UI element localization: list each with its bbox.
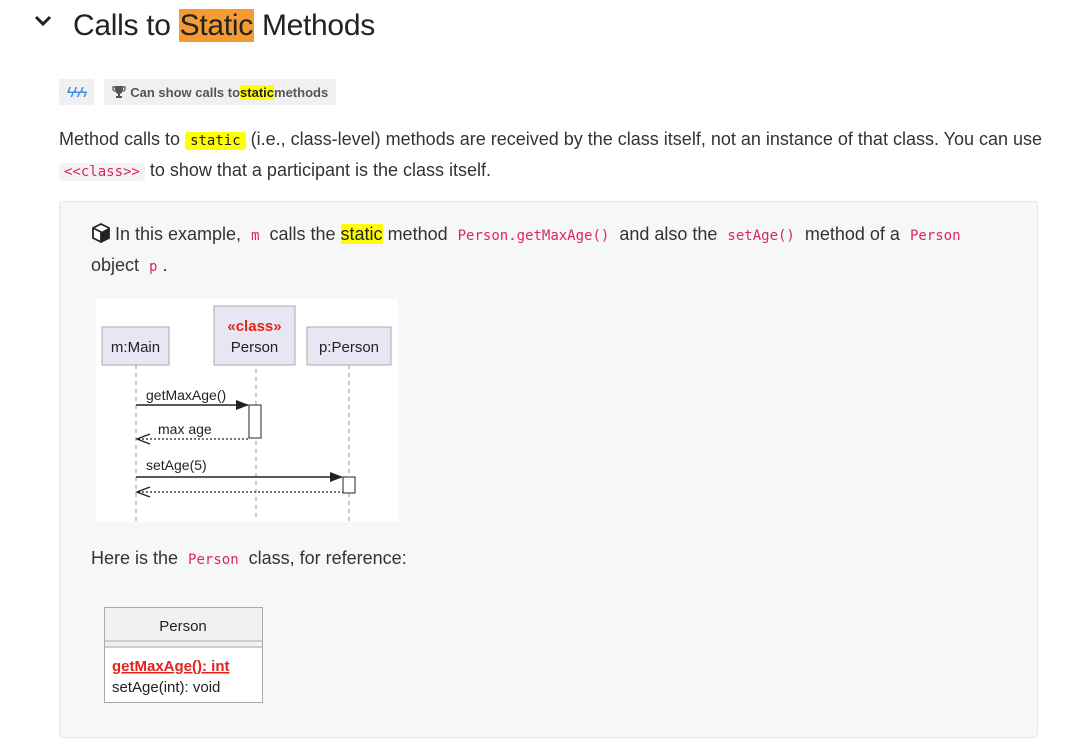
sequence-diagram: m:Main «class» Person p:Person getMaxAge… xyxy=(96,299,398,522)
title-highlight: Static xyxy=(178,9,254,42)
participant-person: p:Person xyxy=(319,339,379,356)
code-person-ref: Person xyxy=(188,552,239,568)
activation-class xyxy=(248,404,262,439)
example-highlight-static: static xyxy=(340,224,383,244)
lightning-icon: ϟϟϟ xyxy=(67,84,87,100)
reference-paragraph: Here is the Person class, for reference: xyxy=(91,548,407,569)
intro-text-2: (i.e., class-level) methods are received… xyxy=(245,129,1043,149)
code-person: Person xyxy=(909,228,961,244)
message-getmaxage: getMaxAge() xyxy=(146,387,226,403)
example-text-5: method of a xyxy=(799,224,905,244)
cube-icon xyxy=(92,223,110,243)
intro-text-1: Method calls to xyxy=(59,129,186,149)
title-suffix: Methods xyxy=(253,9,375,42)
intro-paragraph: Method calls to static (i.e., class-leve… xyxy=(59,125,1044,187)
trophy-icon xyxy=(112,86,126,98)
badge-row: ϟϟϟ Can show calls to static methods xyxy=(59,79,337,105)
participant-class-box xyxy=(213,305,296,366)
chevron-down-icon[interactable] xyxy=(34,14,52,28)
reference-text-1: Here is the xyxy=(91,548,184,568)
intro-text-3: to show that a participant is the class … xyxy=(144,160,492,180)
example-box: In this example, m calls the static meth… xyxy=(59,201,1038,738)
example-text-4: and also the xyxy=(614,224,723,244)
participant-main: m:Main xyxy=(111,339,160,356)
code-static: static xyxy=(185,132,246,150)
code-class-stereotype: <<class>> xyxy=(59,163,145,181)
achievement-suffix: methods xyxy=(274,84,329,100)
participant-class: Person xyxy=(231,339,279,356)
example-text-3: method xyxy=(382,224,453,244)
class-name: Person xyxy=(159,618,207,635)
class-stereotype: «class» xyxy=(227,318,281,335)
code-getmaxage: Person.getMaxAge() xyxy=(457,228,610,244)
code-p: p xyxy=(149,259,158,275)
return-max-age: max age xyxy=(158,421,212,437)
code-setage: setAge() xyxy=(727,228,795,244)
achievement-highlight: static xyxy=(240,84,275,100)
example-text-7: . xyxy=(162,255,168,275)
class-diagram: Person getMaxAge(): int setAge(int): voi… xyxy=(104,607,263,703)
example-text-2: calls the xyxy=(264,224,341,244)
example-paragraph: In this example, m calls the static meth… xyxy=(91,220,1011,282)
achievement-prefix: Can show calls to xyxy=(130,84,241,100)
example-text-6: object xyxy=(91,255,145,275)
message-setage: setAge(5) xyxy=(146,457,207,473)
achievement-badge: Can show calls to static methods xyxy=(104,79,337,105)
reference-text-2: class, for reference: xyxy=(243,548,407,568)
activation-person xyxy=(342,476,356,494)
method-static: getMaxAge(): int xyxy=(112,658,230,675)
title-prefix: Calls to xyxy=(73,9,179,42)
method-instance: setAge(int): void xyxy=(112,679,220,696)
difficulty-badge: ϟϟϟ xyxy=(59,79,95,105)
code-m: m xyxy=(251,228,260,244)
example-text-1: In this example, xyxy=(115,224,247,244)
section-title: Calls to Static Methods xyxy=(73,9,375,43)
